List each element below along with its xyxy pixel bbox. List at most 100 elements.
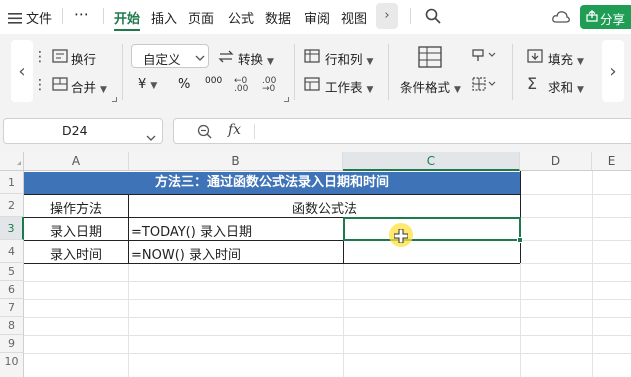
- table-row-formula[interactable]: =TODAY() 录入日期: [131, 221, 341, 240]
- border-icon[interactable]: [471, 76, 497, 96]
- chevron-down-icon: ▼: [577, 85, 584, 95]
- name-box[interactable]: D24: [3, 118, 163, 144]
- tab-formula[interactable]: 公式: [228, 8, 254, 27]
- row-header-6[interactable]: 6: [0, 281, 24, 299]
- search-icon[interactable]: [425, 8, 441, 28]
- ribbon-scroll-left-button[interactable]: ‹: [11, 40, 33, 102]
- worksheet-label: 工作表: [325, 80, 363, 95]
- share-label: 分享: [600, 12, 626, 27]
- chevron-down-icon: ▼: [150, 81, 158, 91]
- wrap-text-button[interactable]: 换行: [71, 49, 96, 68]
- chevron-down-icon: ▼: [366, 57, 374, 67]
- fill-icon[interactable]: [527, 48, 543, 68]
- tab-home[interactable]: 开始: [114, 8, 140, 27]
- cell-style-icon[interactable]: [471, 47, 497, 67]
- number-format-select[interactable]: 自定义: [131, 44, 209, 68]
- chevron-down-icon: ▼: [454, 85, 461, 95]
- formula-input-area: fx: [173, 118, 631, 144]
- formula-bar: D24 fx: [0, 108, 631, 152]
- tabs-scroll-right-button[interactable]: ›: [376, 3, 398, 29]
- fx-icon[interactable]: fx: [228, 122, 241, 138]
- table-title-cell[interactable]: 方法三：通过函数公式法录入日期和时间: [24, 172, 520, 195]
- chevron-down-icon: [195, 50, 205, 65]
- menu-bar: 文件 ⋯ 开始 插入 页面 公式 数据 审阅 视图 › 分享: [0, 0, 631, 34]
- select-all-corner[interactable]: [0, 152, 24, 171]
- active-cell-selection[interactable]: [343, 217, 521, 241]
- fill-label: 填充: [548, 52, 574, 67]
- row-header-5[interactable]: 5: [0, 263, 24, 281]
- percent-format-button[interactable]: %: [178, 77, 190, 92]
- more-icon[interactable]: ⋯: [74, 5, 89, 23]
- header-method[interactable]: 操作方法: [24, 198, 128, 217]
- fill-button[interactable]: 填充 ▼: [548, 49, 584, 68]
- merge-cells-button[interactable]: 合并 ▼: [71, 77, 107, 96]
- spreadsheet-grid[interactable]: A B C D E 1 2 3 4 5 6 7 8 9 10 方法三：通过函数公…: [0, 152, 631, 377]
- row-header-3[interactable]: 3: [0, 217, 24, 240]
- table-row-method[interactable]: 录入时间: [24, 244, 128, 263]
- cell-reference: D24: [62, 123, 88, 138]
- dialog-launcher-icon[interactable]: [284, 97, 289, 102]
- convert-icon[interactable]: [218, 48, 234, 68]
- zoom-icon[interactable]: [197, 124, 212, 143]
- chevron-right-icon: ›: [384, 8, 390, 23]
- tab-data[interactable]: 数据: [265, 8, 291, 27]
- table-row-formula[interactable]: =NOW() 录入时间: [131, 244, 341, 263]
- dialog-launcher-icon[interactable]: [112, 97, 117, 102]
- share-icon: [586, 10, 598, 25]
- sum-label: 求和: [548, 80, 574, 95]
- autosum-button[interactable]: 求和 ▼: [548, 77, 584, 96]
- row-header-9[interactable]: 9: [0, 335, 24, 353]
- column-header-b[interactable]: B: [129, 152, 343, 171]
- row-header-2[interactable]: 2: [0, 194, 24, 217]
- thousands-separator-button[interactable]: 000: [205, 76, 222, 86]
- row-header-7[interactable]: 7: [0, 299, 24, 317]
- chevron-down-icon[interactable]: [146, 127, 156, 146]
- convert-button[interactable]: 转换 ▼: [238, 49, 274, 68]
- autosum-icon[interactable]: Σ: [527, 76, 537, 92]
- table-row-method[interactable]: 录入日期: [24, 221, 128, 240]
- worksheet-icon[interactable]: [304, 76, 320, 96]
- chevron-down-icon: ▼: [577, 57, 584, 67]
- rows-columns-button[interactable]: 行和列 ▼: [325, 49, 373, 68]
- column-header-a[interactable]: A: [24, 152, 129, 171]
- rows-columns-label: 行和列: [325, 52, 363, 67]
- row-header-4[interactable]: 4: [0, 240, 24, 263]
- ribbon-toolbar: [0, 34, 631, 108]
- align-icon[interactable]: ⋮: [33, 50, 47, 64]
- menu-icon[interactable]: [8, 9, 22, 24]
- currency-format-button[interactable]: ¥ ▼: [138, 77, 157, 92]
- increase-decimal-icon[interactable]: ←0.00: [234, 77, 248, 94]
- header-formula[interactable]: 函数公式法: [129, 198, 520, 217]
- column-header-c[interactable]: C: [343, 152, 520, 171]
- share-button[interactable]: 分享: [580, 5, 631, 29]
- row-header-8[interactable]: 8: [0, 317, 24, 335]
- conditional-format-icon[interactable]: [418, 46, 442, 72]
- tab-review[interactable]: 审阅: [304, 8, 330, 27]
- wrap-text-icon[interactable]: [52, 48, 68, 68]
- worksheet-button[interactable]: 工作表 ▼: [325, 77, 373, 96]
- chevron-down-icon: ▼: [100, 85, 107, 95]
- cell-cursor-icon: [393, 228, 409, 247]
- tab-page[interactable]: 页面: [188, 8, 214, 27]
- ribbon-scroll-right-button[interactable]: ›: [602, 40, 624, 102]
- cloud-sync-icon[interactable]: [552, 9, 570, 28]
- row-header-10[interactable]: 10: [0, 353, 24, 377]
- merge-cells-icon[interactable]: [52, 76, 68, 96]
- conditional-format-button[interactable]: 条件格式 ▼: [400, 77, 461, 96]
- fill-handle[interactable]: [517, 237, 523, 243]
- align-icon[interactable]: ⋮: [33, 78, 47, 92]
- conditional-format-label: 条件格式: [400, 80, 451, 95]
- chevron-left-icon: ‹: [18, 60, 26, 82]
- decrease-decimal-icon[interactable]: .00 →0: [262, 77, 276, 94]
- rows-columns-icon[interactable]: [304, 48, 320, 68]
- column-header-d[interactable]: D: [520, 152, 592, 171]
- menu-file[interactable]: 文件: [26, 8, 52, 27]
- merge-label: 合并: [71, 80, 97, 95]
- column-header-e[interactable]: E: [592, 152, 631, 171]
- tab-view[interactable]: 视图: [341, 8, 367, 27]
- tab-insert[interactable]: 插入: [151, 8, 177, 27]
- number-format-value: 自定义: [143, 52, 181, 67]
- row-header-1[interactable]: 1: [0, 171, 24, 194]
- active-tab-indicator: [114, 29, 140, 31]
- convert-label: 转换: [238, 52, 264, 67]
